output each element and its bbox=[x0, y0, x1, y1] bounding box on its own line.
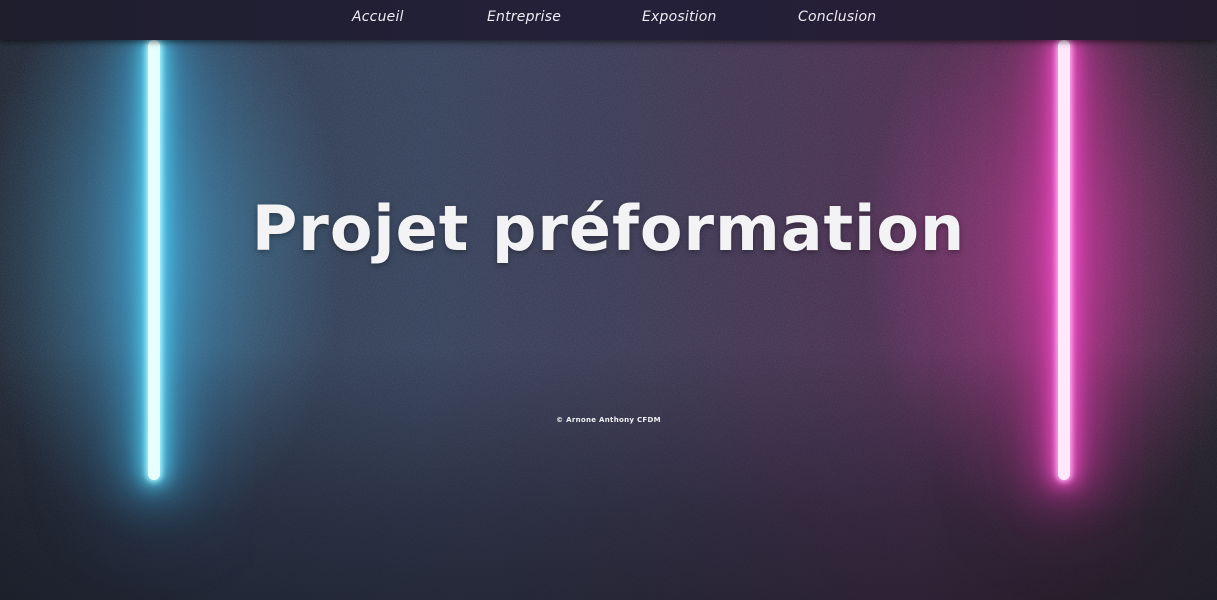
hero-section: Projet préformation © Arnone Anthony CFD… bbox=[0, 40, 1217, 600]
page-title: Projet préformation bbox=[251, 192, 966, 265]
nav-link-accueil[interactable]: Accueil bbox=[352, 0, 404, 34]
page: Accueil Entreprise Exposition Conclusion… bbox=[0, 0, 1217, 600]
nav-link-conclusion[interactable]: Conclusion bbox=[798, 0, 876, 34]
nav-link-entreprise[interactable]: Entreprise bbox=[487, 0, 561, 34]
nav-link-exposition[interactable]: Exposition bbox=[642, 0, 717, 34]
hero-shade bbox=[0, 40, 1217, 600]
copyright-credit: © Arnone Anthony CFDM bbox=[556, 416, 661, 424]
top-navbar: Accueil Entreprise Exposition Conclusion bbox=[0, 0, 1217, 40]
